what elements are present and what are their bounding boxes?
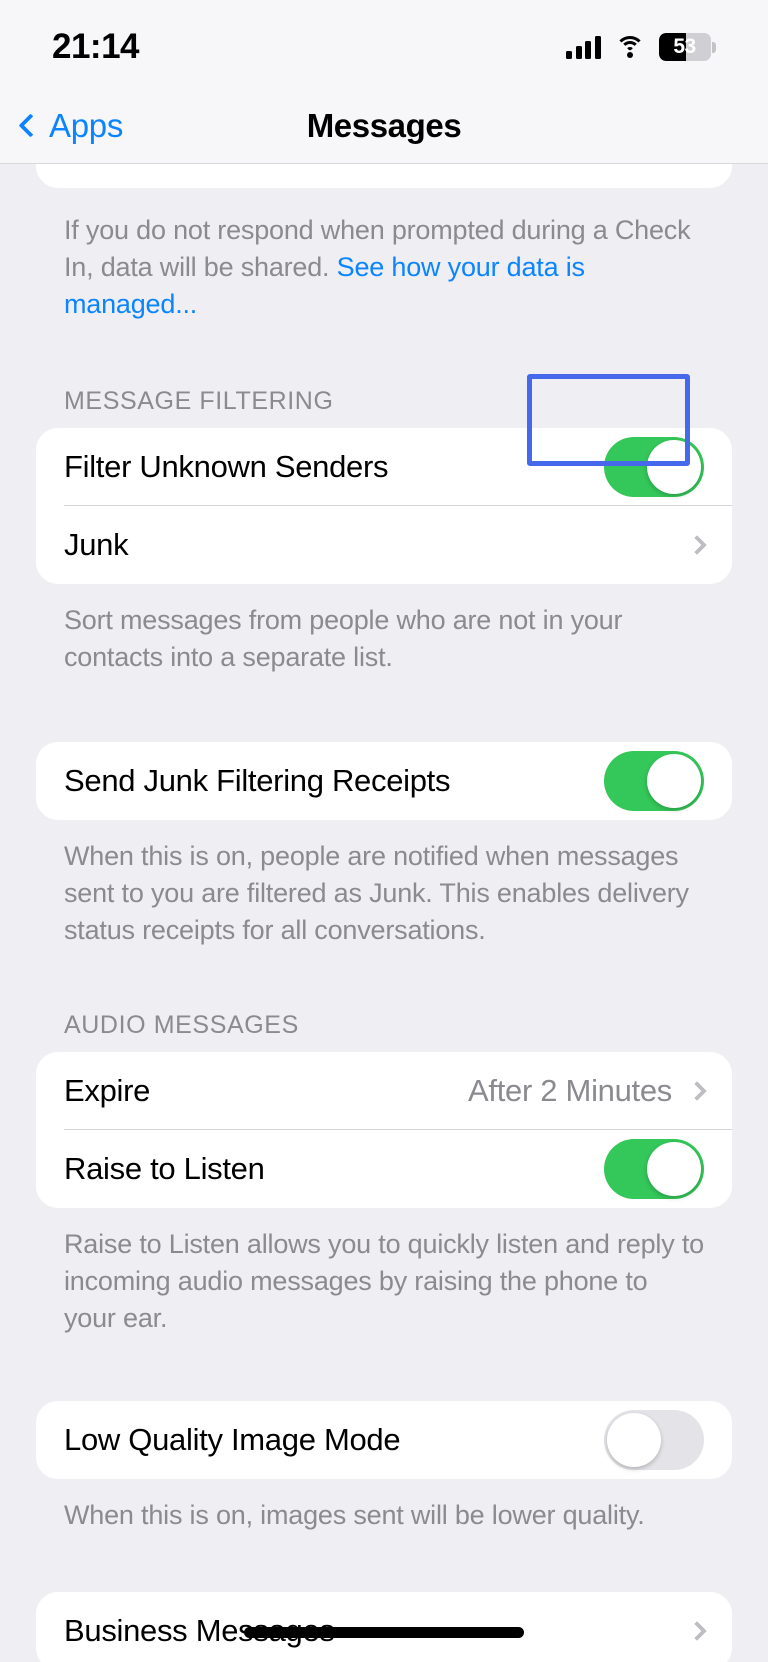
status-time: 21:14 bbox=[52, 27, 140, 66]
row-label: Send Junk Filtering Receipts bbox=[64, 763, 451, 798]
junk-receipts-footnote: When this is on, people are notified whe… bbox=[64, 841, 689, 945]
cellular-bars-icon bbox=[566, 35, 601, 59]
chevron-right-icon bbox=[687, 535, 707, 555]
status-bar: 21:14 53 bbox=[0, 0, 768, 88]
back-button-label: Apps bbox=[49, 106, 124, 144]
check-in-footnote: If you do not respond when prompted duri… bbox=[36, 188, 732, 323]
row-label: Raise to Listen bbox=[64, 1151, 265, 1186]
battery-percent-label: 53 bbox=[673, 35, 696, 58]
clipped-row-card bbox=[36, 164, 732, 188]
wifi-icon bbox=[614, 36, 645, 58]
row-junk[interactable]: Junk bbox=[36, 506, 732, 584]
row-filter-unknown-senders[interactable]: Filter Unknown Senders bbox=[36, 428, 732, 506]
row-low-quality-image-mode[interactable]: Low Quality Image Mode bbox=[36, 1401, 732, 1479]
chevron-right-icon bbox=[687, 1081, 707, 1101]
battery-icon: 53 bbox=[658, 33, 716, 61]
section-header-message-filtering: MESSAGE FILTERING bbox=[64, 387, 334, 415]
home-indicator bbox=[244, 1627, 524, 1638]
chevron-right-icon bbox=[687, 1621, 707, 1641]
message-filtering-card: Filter Unknown Senders Junk bbox=[36, 428, 732, 584]
expire-value: After 2 Minutes bbox=[468, 1073, 672, 1108]
message-filtering-footnote: Sort messages from people who are not in… bbox=[64, 605, 623, 672]
chevron-left-icon bbox=[18, 113, 43, 138]
row-raise-to-listen[interactable]: Raise to Listen bbox=[36, 1130, 732, 1208]
row-label: Junk bbox=[64, 527, 129, 562]
navigation-bar: Apps Messages bbox=[0, 88, 768, 164]
low-quality-footnote: When this is on, images sent will be low… bbox=[64, 1500, 645, 1530]
row-send-junk-filtering-receipts[interactable]: Send Junk Filtering Receipts bbox=[36, 742, 732, 820]
audio-messages-footnote: Raise to Listen allows you to quickly li… bbox=[64, 1229, 704, 1333]
phone-screen: 21:14 53 Apps Messages If you do not res… bbox=[0, 0, 768, 1662]
raise-to-listen-toggle[interactable] bbox=[604, 1139, 704, 1199]
row-label: Filter Unknown Senders bbox=[64, 449, 389, 484]
audio-messages-card: Expire After 2 Minutes Raise to Listen bbox=[36, 1052, 732, 1208]
low-quality-image-card: Low Quality Image Mode bbox=[36, 1401, 732, 1479]
status-indicators: 53 bbox=[566, 33, 716, 61]
settings-scroll-view[interactable]: If you do not respond when prompted duri… bbox=[0, 164, 768, 1662]
send-junk-filtering-receipts-toggle[interactable] bbox=[604, 751, 704, 811]
back-button[interactable]: Apps bbox=[0, 107, 123, 145]
low-quality-image-mode-toggle[interactable] bbox=[604, 1410, 704, 1470]
row-label: Low Quality Image Mode bbox=[64, 1422, 401, 1457]
row-expire[interactable]: Expire After 2 Minutes bbox=[36, 1052, 732, 1130]
row-label: Expire bbox=[64, 1073, 151, 1108]
junk-receipts-card: Send Junk Filtering Receipts bbox=[36, 742, 732, 820]
section-header-audio-messages: AUDIO MESSAGES bbox=[64, 1011, 299, 1039]
filter-unknown-senders-toggle[interactable] bbox=[604, 437, 704, 497]
